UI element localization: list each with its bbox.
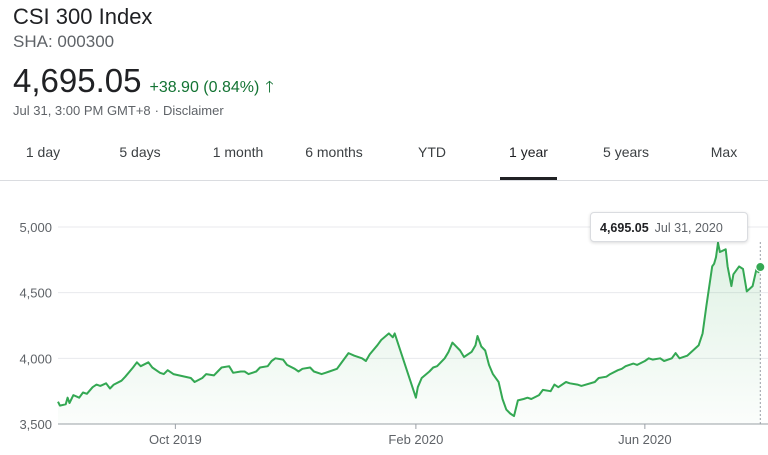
- tooltip-date: Jul 31, 2020: [654, 221, 723, 235]
- tab-5-years[interactable]: 5 years: [588, 130, 664, 180]
- tab-5-days[interactable]: 5 days: [101, 130, 179, 180]
- tab-6-months[interactable]: 6 months: [292, 130, 376, 180]
- disclaimer-link[interactable]: Disclaimer: [163, 103, 224, 118]
- tab-1-day[interactable]: 1 day: [5, 130, 81, 180]
- price-tooltip: 4,695.05 Jul 31, 2020: [590, 212, 748, 242]
- last-point-marker: [755, 262, 766, 273]
- price-row: 4,695.05 +38.90 (0.84%) 🡑: [13, 62, 274, 103]
- y-tick-label: 3,500: [19, 417, 52, 432]
- tab-ytd[interactable]: YTD: [397, 130, 467, 180]
- timestamp-row: Jul 31, 3:00 PM GMT+8 · Disclaimer: [13, 103, 224, 118]
- ticker-symbol: SHA: 000300: [13, 32, 115, 51]
- tab-max[interactable]: Max: [692, 130, 756, 180]
- arrow-up-icon: 🡑: [265, 79, 274, 96]
- x-tick-label: Oct 2019: [149, 432, 202, 447]
- timestamp: Jul 31, 3:00 PM GMT+8: [13, 103, 151, 118]
- time-range-tabs: 1 day 5 days 1 month 6 months YTD 1 year…: [0, 130, 768, 181]
- tab-1-month[interactable]: 1 month: [198, 130, 278, 180]
- series-area: [58, 242, 761, 424]
- y-tick-label: 5,000: [19, 220, 52, 235]
- x-tick-label: Feb 2020: [388, 432, 443, 447]
- separator: ·: [154, 103, 159, 118]
- tooltip-value: 4,695.05: [600, 221, 649, 235]
- tab-1-year[interactable]: 1 year: [500, 130, 557, 180]
- y-tick-label: 4,500: [19, 286, 52, 301]
- x-tick-label: Jun 2020: [618, 432, 672, 447]
- y-tick-label: 4,000: [19, 351, 52, 366]
- index-title: CSI 300 Index: [13, 4, 153, 29]
- price-change: +38.90 (0.84%): [149, 79, 260, 96]
- current-price: 4,695.05: [13, 62, 142, 99]
